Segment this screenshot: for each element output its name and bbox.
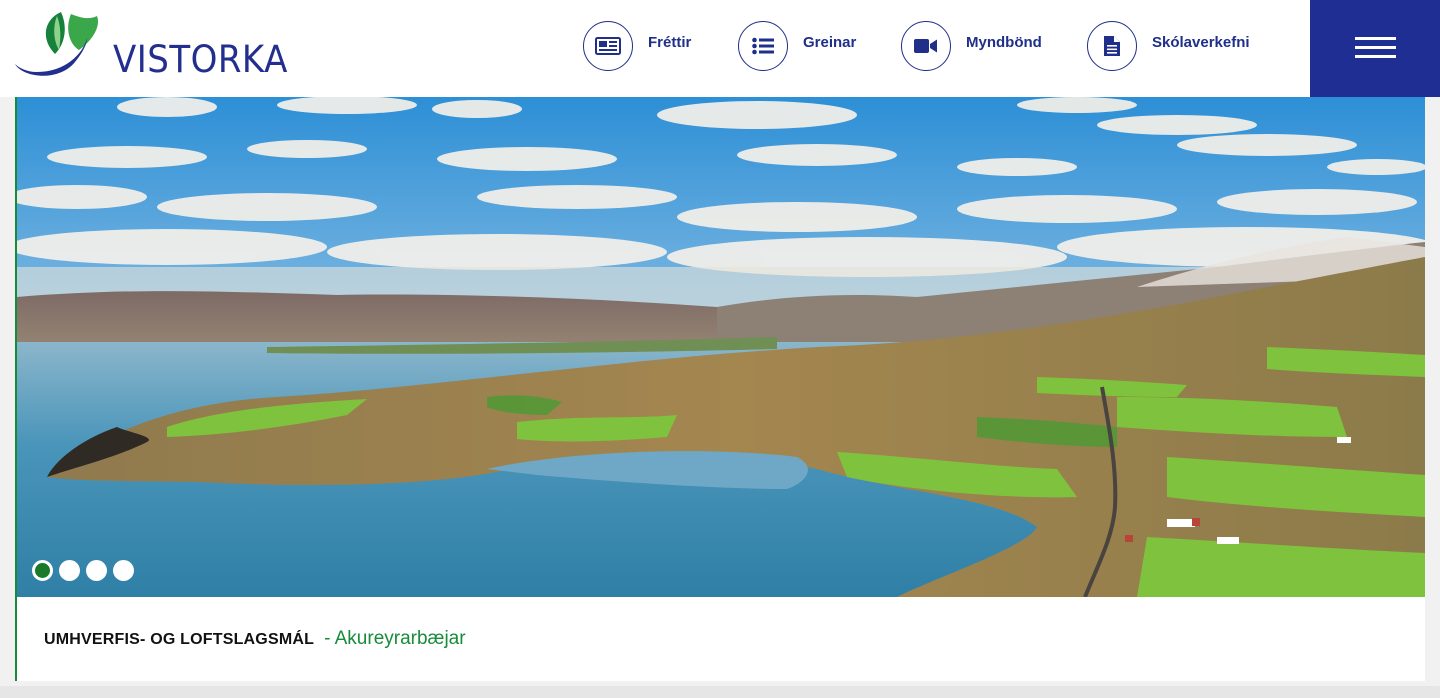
nav-label-skolaverkefni: Skólaverkefni (1152, 33, 1250, 51)
video-camera-icon (901, 21, 951, 71)
hero-slider-card: UMHVERFIS- OG LOFTSLAGSMÁL - Akureyrarbæ… (15, 97, 1425, 681)
nav-item-myndbond[interactable]: Myndbönd (901, 20, 1042, 72)
slide-caption[interactable]: UMHVERFIS- OG LOFTSLAGSMÁL - Akureyrarbæ… (44, 628, 466, 650)
page-bottom-strip (0, 686, 1440, 698)
slider-dot-2[interactable] (59, 560, 80, 581)
list-icon (738, 21, 788, 71)
aerial-fjord-landscape-image (17, 97, 1425, 597)
document-icon (1087, 21, 1137, 71)
nav-item-greinar[interactable]: Greinar (738, 20, 856, 72)
hero-image (17, 97, 1425, 597)
slider-dot-4[interactable] (113, 560, 134, 581)
slider-dot-1[interactable] (32, 560, 53, 581)
brand-name: VISTORKA (113, 38, 288, 81)
nav-item-skolaverkefni[interactable]: Skólaverkefni (1087, 20, 1250, 72)
nav-item-frettir[interactable]: Fréttir (583, 20, 691, 72)
nav-label-myndbond: Myndbönd (966, 33, 1042, 51)
slider-pagination (32, 560, 134, 581)
nav-label-frettir: Fréttir (648, 33, 692, 51)
site-header: VISTORKA Fréttir Greinar Myndbönd Skólav… (0, 0, 1440, 97)
newspaper-icon (583, 21, 633, 71)
caption-title: UMHVERFIS- OG LOFTSLAGSMÁL (44, 631, 315, 648)
caption-subtitle: - Akureyrarbæjar (324, 628, 466, 649)
vistorka-logo[interactable]: VISTORKA (13, 10, 287, 81)
hamburger-menu-button[interactable] (1310, 0, 1440, 97)
logo-leaf-icon (15, 12, 99, 76)
nav-label-greinar: Greinar (803, 33, 857, 51)
slider-dot-3[interactable] (86, 560, 107, 581)
hamburger-menu-icon (1355, 37, 1396, 40)
